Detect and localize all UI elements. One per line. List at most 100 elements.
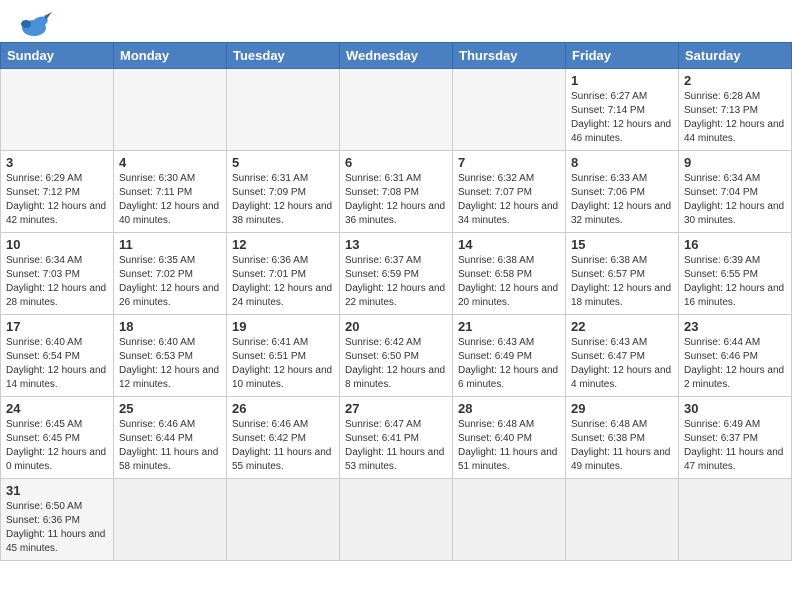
calendar-cell: 14Sunrise: 6:38 AM Sunset: 6:58 PM Dayli… [453, 233, 566, 315]
day-info: Sunrise: 6:39 AM Sunset: 6:55 PM Dayligh… [684, 254, 786, 310]
calendar-cell: 9 Sunrise: 6:34 AM Sunset: 7:04 PM Daylig… [679, 151, 792, 233]
calendar-cell [453, 69, 566, 151]
day-info: Sunrise: 6:28 AM Sunset: 7:13 PM Dayligh… [684, 90, 786, 146]
day-info: Sunrise: 6:49 AM Sunset: 6:37 PM Dayligh… [684, 418, 786, 474]
day-number: 26 [232, 401, 334, 416]
day-number: 8 [571, 155, 673, 170]
day-header-sunday: Sunday [1, 43, 114, 69]
day-info: Sunrise: 6:43 AM Sunset: 6:49 PM Dayligh… [458, 336, 560, 392]
calendar-cell: 12 Sunrise: 6:36 AM Sunset: 7:01 PM Dayli… [227, 233, 340, 315]
day-info: Sunrise: 6:48 AM Sunset: 6:40 PM Dayligh… [458, 418, 560, 474]
page-header [0, 0, 792, 42]
day-number: 11 [119, 237, 221, 252]
day-info: Sunrise: 6:29 AM Sunset: 7:12 PM Dayligh… [6, 172, 108, 228]
day-number: 9 [684, 155, 786, 170]
calendar-cell: 6 Sunrise: 6:31 AM Sunset: 7:08 PM Daylig… [340, 151, 453, 233]
calendar-cell: 24Sunrise: 6:45 AM Sunset: 6:45 PM Dayli… [1, 397, 114, 479]
calendar-table: SundayMondayTuesdayWednesdayThursdayFrid… [0, 42, 792, 561]
calendar-cell: 21 Sunrise: 6:43 AM Sunset: 6:49 PM Dayli… [453, 315, 566, 397]
day-info: Sunrise: 6:46 AM Sunset: 6:44 PM Dayligh… [119, 418, 221, 474]
calendar-cell: 26 Sunrise: 6:46 AM Sunset: 6:42 PM Dayli… [227, 397, 340, 479]
day-info: Sunrise: 6:45 AM Sunset: 6:45 PM Dayligh… [6, 418, 108, 474]
day-number: 6 [345, 155, 447, 170]
logo [16, 10, 56, 38]
day-info: Sunrise: 6:30 AM Sunset: 7:11 PM Dayligh… [119, 172, 221, 228]
calendar-cell: 15 Sunrise: 6:38 AM Sunset: 6:57 PM Dayli… [566, 233, 679, 315]
day-info: Sunrise: 6:43 AM Sunset: 6:47 PM Dayligh… [571, 336, 673, 392]
calendar-cell: 30 Sunrise: 6:49 AM Sunset: 6:37 PM Dayli… [679, 397, 792, 479]
calendar-week-6: 31Sunrise: 6:50 AM Sunset: 6:36 PM Dayli… [1, 479, 792, 561]
day-info: Sunrise: 6:31 AM Sunset: 7:09 PM Dayligh… [232, 172, 334, 228]
calendar-cell [566, 479, 679, 561]
day-number: 21 [458, 319, 560, 334]
calendar-cell: 13Sunrise: 6:37 AM Sunset: 6:59 PM Dayli… [340, 233, 453, 315]
day-number: 5 [232, 155, 334, 170]
calendar-cell [227, 69, 340, 151]
calendar-cell [114, 479, 227, 561]
day-header-friday: Friday [566, 43, 679, 69]
day-number: 22 [571, 319, 673, 334]
calendar-cell [227, 479, 340, 561]
day-header-wednesday: Wednesday [340, 43, 453, 69]
day-info: Sunrise: 6:34 AM Sunset: 7:04 PM Dayligh… [684, 172, 786, 228]
calendar-cell [340, 479, 453, 561]
day-number: 14 [458, 237, 560, 252]
day-number: 23 [684, 319, 786, 334]
calendar-cell [340, 69, 453, 151]
day-number: 30 [684, 401, 786, 416]
calendar-cell: 1Sunrise: 6:27 AM Sunset: 7:14 PM Daylig… [566, 69, 679, 151]
calendar-week-5: 24Sunrise: 6:45 AM Sunset: 6:45 PM Dayli… [1, 397, 792, 479]
day-info: Sunrise: 6:34 AM Sunset: 7:03 PM Dayligh… [6, 254, 108, 310]
calendar-cell: 10 Sunrise: 6:34 AM Sunset: 7:03 PM Dayli… [1, 233, 114, 315]
calendar-week-1: 1Sunrise: 6:27 AM Sunset: 7:14 PM Daylig… [1, 69, 792, 151]
day-info: Sunrise: 6:35 AM Sunset: 7:02 PM Dayligh… [119, 254, 221, 310]
day-header-monday: Monday [114, 43, 227, 69]
day-number: 10 [6, 237, 108, 252]
calendar-cell: 16 Sunrise: 6:39 AM Sunset: 6:55 PM Dayli… [679, 233, 792, 315]
calendar-header: SundayMondayTuesdayWednesdayThursdayFrid… [1, 43, 792, 69]
calendar-cell [1, 69, 114, 151]
calendar-cell: 2Sunrise: 6:28 AM Sunset: 7:13 PM Daylig… [679, 69, 792, 151]
day-number: 29 [571, 401, 673, 416]
calendar-cell: 28 Sunrise: 6:48 AM Sunset: 6:40 PM Dayli… [453, 397, 566, 479]
calendar-week-2: 3 Sunrise: 6:29 AM Sunset: 7:12 PM Daylig… [1, 151, 792, 233]
day-info: Sunrise: 6:40 AM Sunset: 6:53 PM Dayligh… [119, 336, 221, 392]
calendar-cell: 4 Sunrise: 6:30 AM Sunset: 7:11 PM Daylig… [114, 151, 227, 233]
calendar-body: 1Sunrise: 6:27 AM Sunset: 7:14 PM Daylig… [1, 69, 792, 561]
day-number: 12 [232, 237, 334, 252]
day-number: 4 [119, 155, 221, 170]
calendar-cell: 23Sunrise: 6:44 AM Sunset: 6:46 PM Dayli… [679, 315, 792, 397]
day-number: 16 [684, 237, 786, 252]
day-info: Sunrise: 6:46 AM Sunset: 6:42 PM Dayligh… [232, 418, 334, 474]
calendar-cell: 25 Sunrise: 6:46 AM Sunset: 6:44 PM Dayli… [114, 397, 227, 479]
day-info: Sunrise: 6:40 AM Sunset: 6:54 PM Dayligh… [6, 336, 108, 392]
day-header-thursday: Thursday [453, 43, 566, 69]
day-header-tuesday: Tuesday [227, 43, 340, 69]
day-number: 15 [571, 237, 673, 252]
calendar-cell: 20Sunrise: 6:42 AM Sunset: 6:50 PM Dayli… [340, 315, 453, 397]
page-container: SundayMondayTuesdayWednesdayThursdayFrid… [0, 0, 792, 561]
day-number: 28 [458, 401, 560, 416]
day-info: Sunrise: 6:31 AM Sunset: 7:08 PM Dayligh… [345, 172, 447, 228]
logo-icon [16, 10, 52, 38]
day-info: Sunrise: 6:27 AM Sunset: 7:14 PM Dayligh… [571, 90, 673, 146]
day-number: 3 [6, 155, 108, 170]
calendar-week-4: 17Sunrise: 6:40 AM Sunset: 6:54 PM Dayli… [1, 315, 792, 397]
calendar-cell [114, 69, 227, 151]
calendar-cell: 8 Sunrise: 6:33 AM Sunset: 7:06 PM Daylig… [566, 151, 679, 233]
day-info: Sunrise: 6:36 AM Sunset: 7:01 PM Dayligh… [232, 254, 334, 310]
day-header-saturday: Saturday [679, 43, 792, 69]
day-info: Sunrise: 6:41 AM Sunset: 6:51 PM Dayligh… [232, 336, 334, 392]
days-of-week-row: SundayMondayTuesdayWednesdayThursdayFrid… [1, 43, 792, 69]
calendar-cell [679, 479, 792, 561]
day-number: 25 [119, 401, 221, 416]
day-info: Sunrise: 6:38 AM Sunset: 6:57 PM Dayligh… [571, 254, 673, 310]
day-info: Sunrise: 6:33 AM Sunset: 7:06 PM Dayligh… [571, 172, 673, 228]
calendar-cell: 5 Sunrise: 6:31 AM Sunset: 7:09 PM Daylig… [227, 151, 340, 233]
day-number: 19 [232, 319, 334, 334]
day-info: Sunrise: 6:47 AM Sunset: 6:41 PM Dayligh… [345, 418, 447, 474]
day-info: Sunrise: 6:48 AM Sunset: 6:38 PM Dayligh… [571, 418, 673, 474]
calendar-cell: 27Sunrise: 6:47 AM Sunset: 6:41 PM Dayli… [340, 397, 453, 479]
calendar-week-3: 10 Sunrise: 6:34 AM Sunset: 7:03 PM Dayli… [1, 233, 792, 315]
day-info: Sunrise: 6:42 AM Sunset: 6:50 PM Dayligh… [345, 336, 447, 392]
